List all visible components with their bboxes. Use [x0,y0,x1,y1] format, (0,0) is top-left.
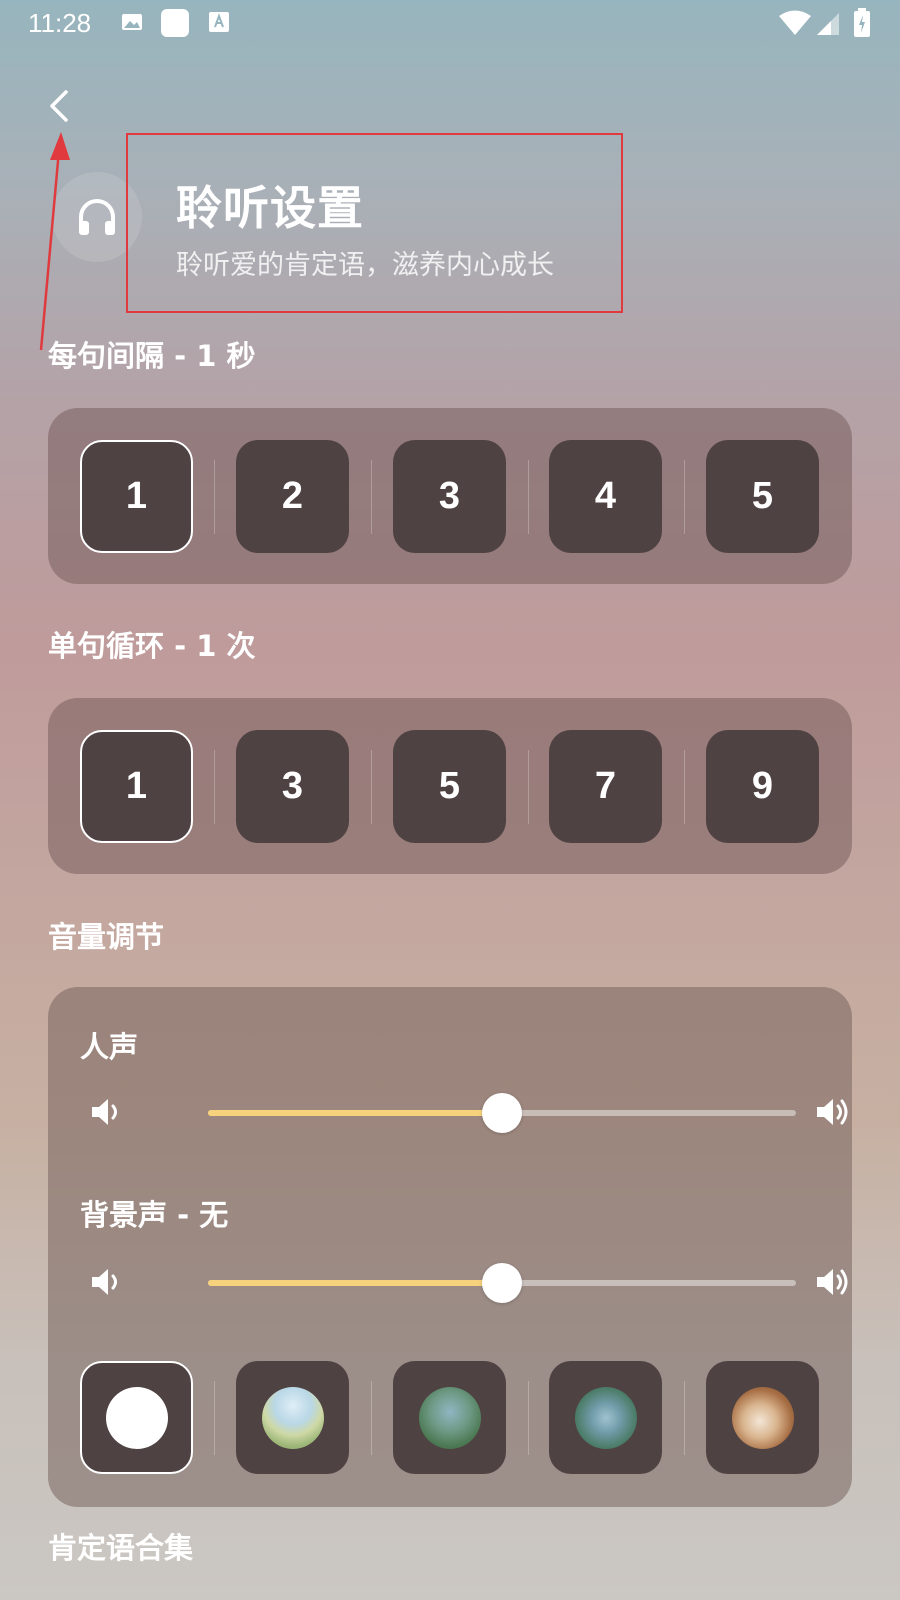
page-subtitle: 聆听爱的肯定语，滋养内心成长 [176,250,554,281]
bg-sound-none[interactable] [80,1361,193,1474]
voice-volume-slider[interactable] [208,1093,796,1133]
divider [684,1381,685,1455]
wifi-icon [779,10,811,35]
background-volume-fill [208,1280,502,1286]
status-bar: 11:28 [0,0,900,48]
collection-label: 肯定语合集 [48,1531,194,1565]
divider [528,750,529,824]
none-circle-icon [105,1386,168,1449]
volume-panel: 人声 背景声 - 无 [48,987,852,1507]
divider [528,1381,529,1455]
battery-icon [854,8,870,37]
bg-sound-meadow[interactable] [236,1361,349,1474]
voice-volume-row [78,1082,848,1142]
divider [371,460,372,534]
interval-option-4[interactable]: 4 [549,440,662,553]
bg-sound-rain[interactable] [549,1361,662,1474]
interval-option-5[interactable]: 5 [706,440,819,553]
app-notification-icon [161,9,189,37]
signal-icon [817,13,839,35]
volume-high-icon [817,1269,848,1295]
voice-volume-thumb[interactable] [482,1093,522,1133]
divider [684,460,685,534]
background-volume-label: 背景声 - 无 [80,1198,229,1232]
background-volume-thumb[interactable] [482,1263,522,1303]
divider [371,750,372,824]
interval-option-1[interactable]: 1 [80,440,193,553]
divider [214,460,215,534]
loop-label: 单句循环 - 1 次 [48,629,256,663]
page-title: 聆听设置 [176,181,364,235]
loop-option-5[interactable]: 5 [393,730,506,843]
background-volume-slider[interactable] [208,1263,796,1303]
interval-panel: 1 2 3 4 5 [48,408,852,584]
loop-option-9[interactable]: 9 [706,730,819,843]
chevron-left-icon [50,90,68,122]
status-time: 11:28 [28,8,92,38]
volume-low-icon [92,1269,117,1295]
voice-volume-label: 人声 [80,1030,139,1064]
divider [371,1381,372,1455]
image-icon [122,14,142,30]
back-button[interactable] [40,84,80,128]
cafe-thumbnail [731,1386,794,1449]
text-icon [209,12,229,32]
birds-thumbnail [418,1386,481,1449]
loop-panel: 1 3 5 7 9 [48,698,852,874]
loop-option-7[interactable]: 7 [549,730,662,843]
meadow-thumbnail [261,1386,324,1449]
volume-low-icon [92,1099,117,1125]
divider [528,460,529,534]
bg-sound-cafe[interactable] [706,1361,819,1474]
volume-high-icon [817,1099,848,1125]
interval-option-3[interactable]: 3 [393,440,506,553]
loop-option-1[interactable]: 1 [80,730,193,843]
bg-sound-birds[interactable] [393,1361,506,1474]
divider [214,750,215,824]
interval-option-2[interactable]: 2 [236,440,349,553]
voice-volume-fill [208,1110,502,1116]
divider [684,750,685,824]
rain-thumbnail [574,1386,637,1449]
loop-option-3[interactable]: 3 [236,730,349,843]
background-volume-row [78,1252,848,1312]
headphones-icon [79,199,115,235]
volume-label: 音量调节 [48,920,165,954]
divider [214,1381,215,1455]
interval-label: 每句间隔 - 1 秒 [48,339,256,373]
